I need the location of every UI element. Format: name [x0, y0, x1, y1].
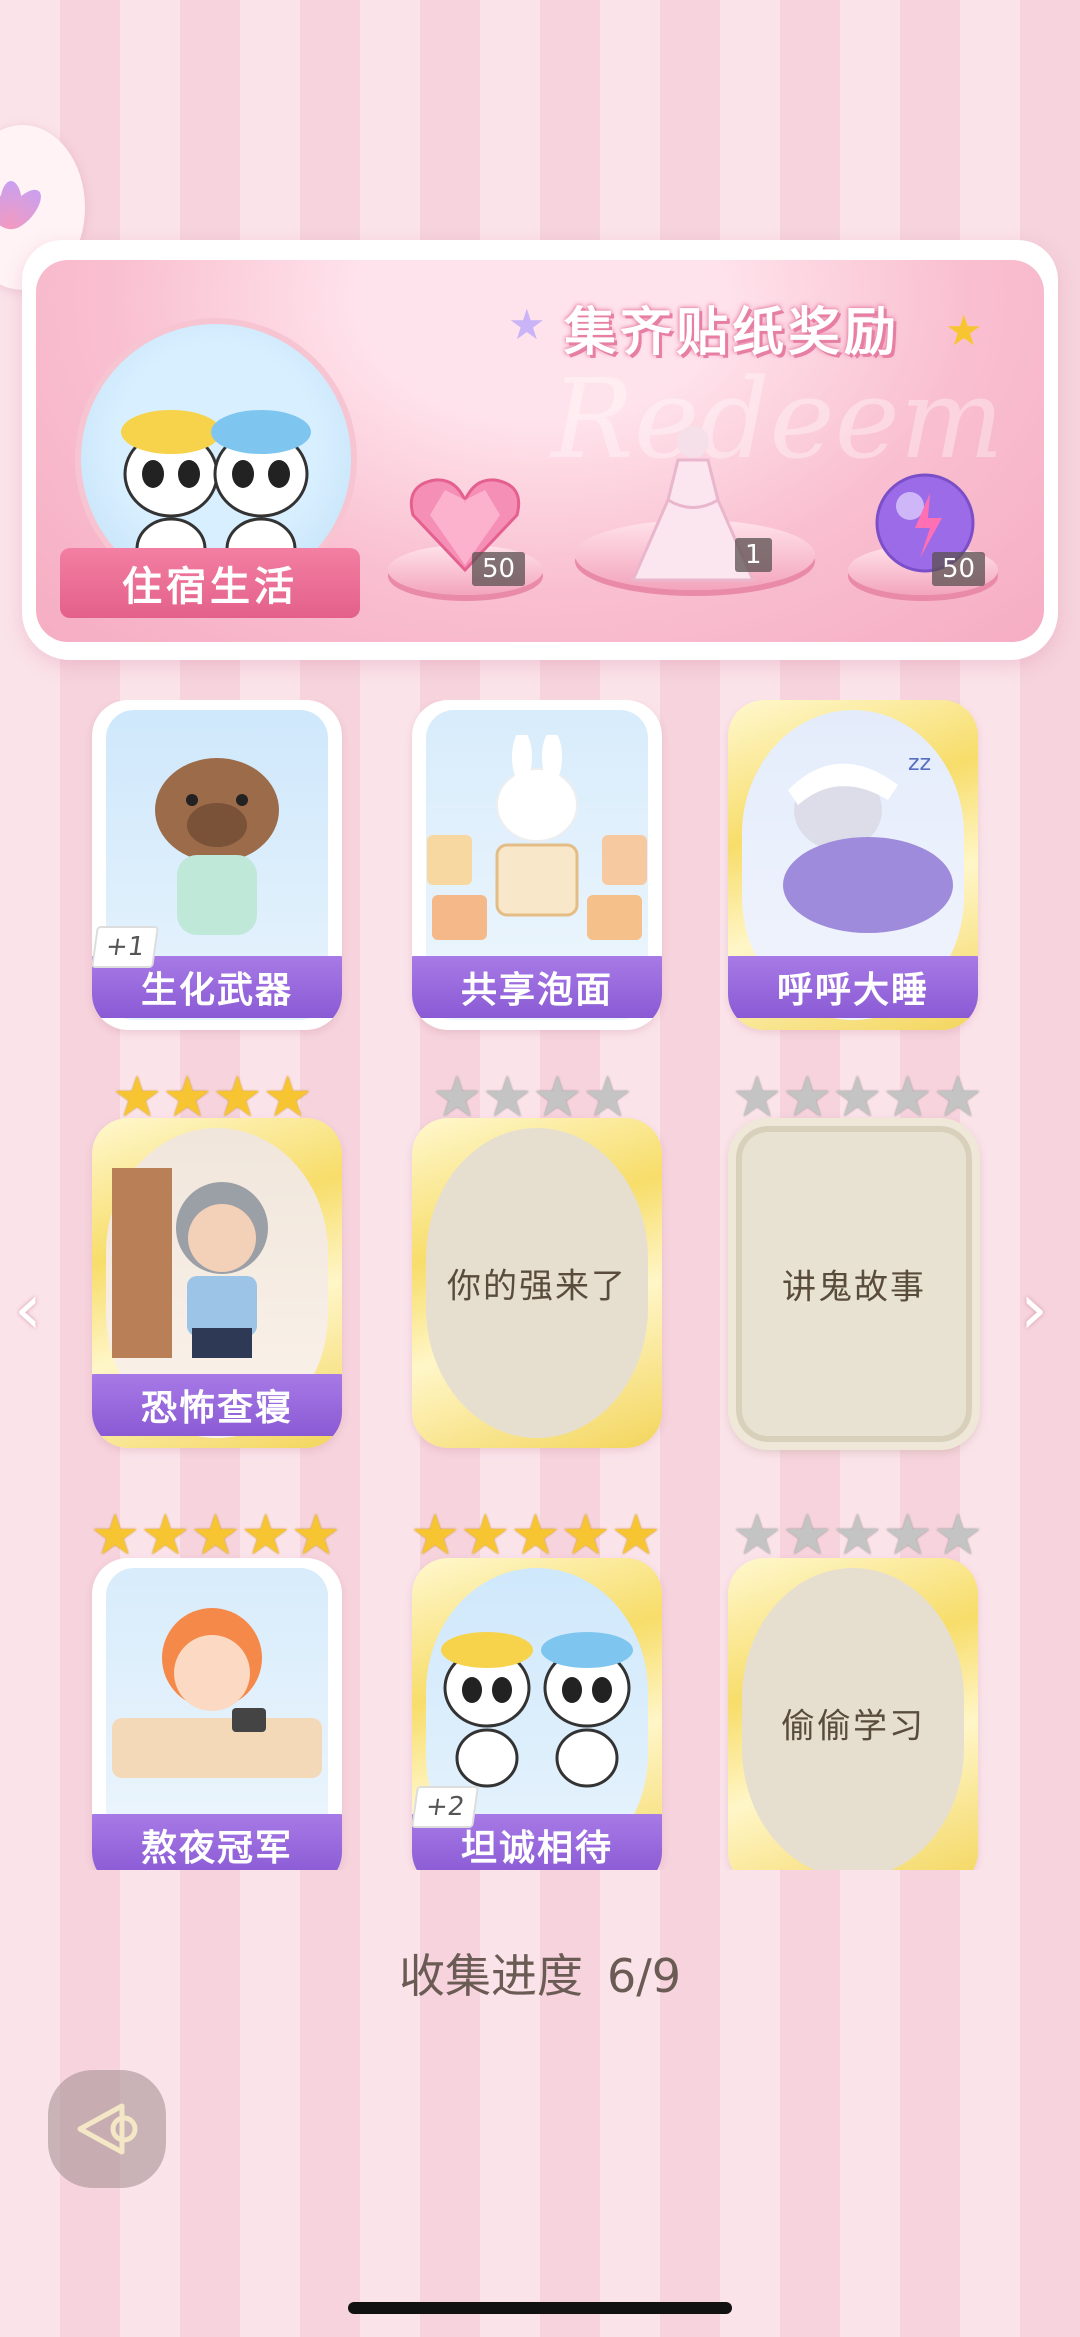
- star-icon: ★: [190, 1503, 241, 1568]
- star-icon: ★: [90, 1503, 141, 1568]
- banner-watermark: Redeem: [551, 355, 1004, 483]
- sticker-label: 偷偷学习: [781, 1706, 925, 1747]
- star-icon: ★: [782, 1503, 833, 1568]
- sticker-card[interactable]: 坦诚相待 +2: [412, 1558, 662, 1870]
- reward-count: 50: [932, 552, 986, 586]
- star-icon: ★: [560, 1503, 611, 1568]
- sticker-card-locked[interactable]: 你的强来了: [412, 1118, 662, 1448]
- svg-text:zz: zz: [908, 751, 931, 776]
- collection-progress: 收集进度 6/9: [0, 1940, 1080, 2006]
- sticker-card[interactable]: 恐怖查寝: [92, 1118, 342, 1448]
- reward-count: 50: [472, 552, 526, 586]
- featured-sticker-ribbon: 住宿生活: [60, 548, 360, 618]
- duplicate-count-badge: +2: [412, 1786, 480, 1828]
- sticker-card[interactable]: 共享泡面: [412, 700, 662, 1030]
- sticker-card-locked[interactable]: 讲鬼故事: [728, 1118, 980, 1450]
- sticker-label: 恐怖查寝: [92, 1374, 342, 1436]
- sticker-label: 共享泡面: [412, 956, 662, 1018]
- star-rating: ★ ★ ★ ★ ★: [90, 1508, 341, 1564]
- dorm-inspector-icon: [112, 1168, 268, 1358]
- sticker-label: 讲鬼故事: [782, 1267, 926, 1308]
- star-icon: ★: [932, 1503, 984, 1568]
- sticker-grid: 生化武器 +1 共享泡面 zz 呼呼大睡 ★ ★ ★ ★ 恐怖查寝 ★ ★ ★ …: [0, 700, 1080, 1870]
- sticker-label: 熬夜冠军: [92, 1814, 342, 1870]
- next-page-arrow-icon[interactable]: ›: [1020, 1268, 1048, 1350]
- back-arrow-icon: [77, 2103, 138, 2155]
- night-owl-boy-icon: [112, 1608, 322, 1778]
- star-icon: ★: [832, 1503, 883, 1568]
- sticker-label: 呼呼大睡: [728, 956, 978, 1018]
- panda-pair-icon: [441, 1632, 633, 1788]
- sticker-card[interactable]: 熬夜冠军: [92, 1558, 342, 1870]
- star-icon: ★: [610, 1503, 662, 1568]
- sticker-card[interactable]: zz 呼呼大睡: [728, 700, 978, 1030]
- duplicate-count-badge: +1: [92, 926, 160, 968]
- star-icon: ★: [290, 1503, 342, 1568]
- capybara-icon: [155, 758, 279, 935]
- sticker-card[interactable]: 生化武器 +1: [92, 700, 342, 1030]
- progress-value: 6/9: [606, 1949, 682, 2003]
- previous-page-arrow-icon[interactable]: ‹: [14, 1268, 42, 1350]
- sticker-card-locked[interactable]: 偷偷学习: [728, 1558, 978, 1870]
- sticker-label: 你的强来了: [447, 1266, 627, 1307]
- star-icon: ★: [410, 1503, 461, 1568]
- featured-sticker-label: 住宿生活: [122, 564, 298, 610]
- sparkle-star-icon: ★: [508, 300, 546, 349]
- reward-count: 1: [735, 538, 772, 572]
- star-rating: ★ ★ ★ ★ ★: [732, 1508, 983, 1564]
- home-indicator: [348, 2302, 732, 2314]
- star-icon: ★: [510, 1503, 561, 1568]
- sleeping-boy-icon: zz: [783, 751, 953, 933]
- star-icon: ★: [240, 1503, 291, 1568]
- back-button[interactable]: [48, 2070, 166, 2188]
- star-icon: ★: [460, 1503, 511, 1568]
- progress-label: 收集进度: [398, 1949, 583, 2003]
- star-icon: ★: [140, 1503, 191, 1568]
- star-rating: ★ ★ ★ ★ ★: [410, 1508, 661, 1564]
- star-icon: ★: [882, 1503, 933, 1568]
- star-icon: ★: [732, 1503, 783, 1568]
- sparkle-star-icon: ★: [945, 306, 983, 355]
- bunny-noodles-icon: [427, 735, 647, 940]
- banner-title: 集齐贴纸奖励: [564, 303, 901, 363]
